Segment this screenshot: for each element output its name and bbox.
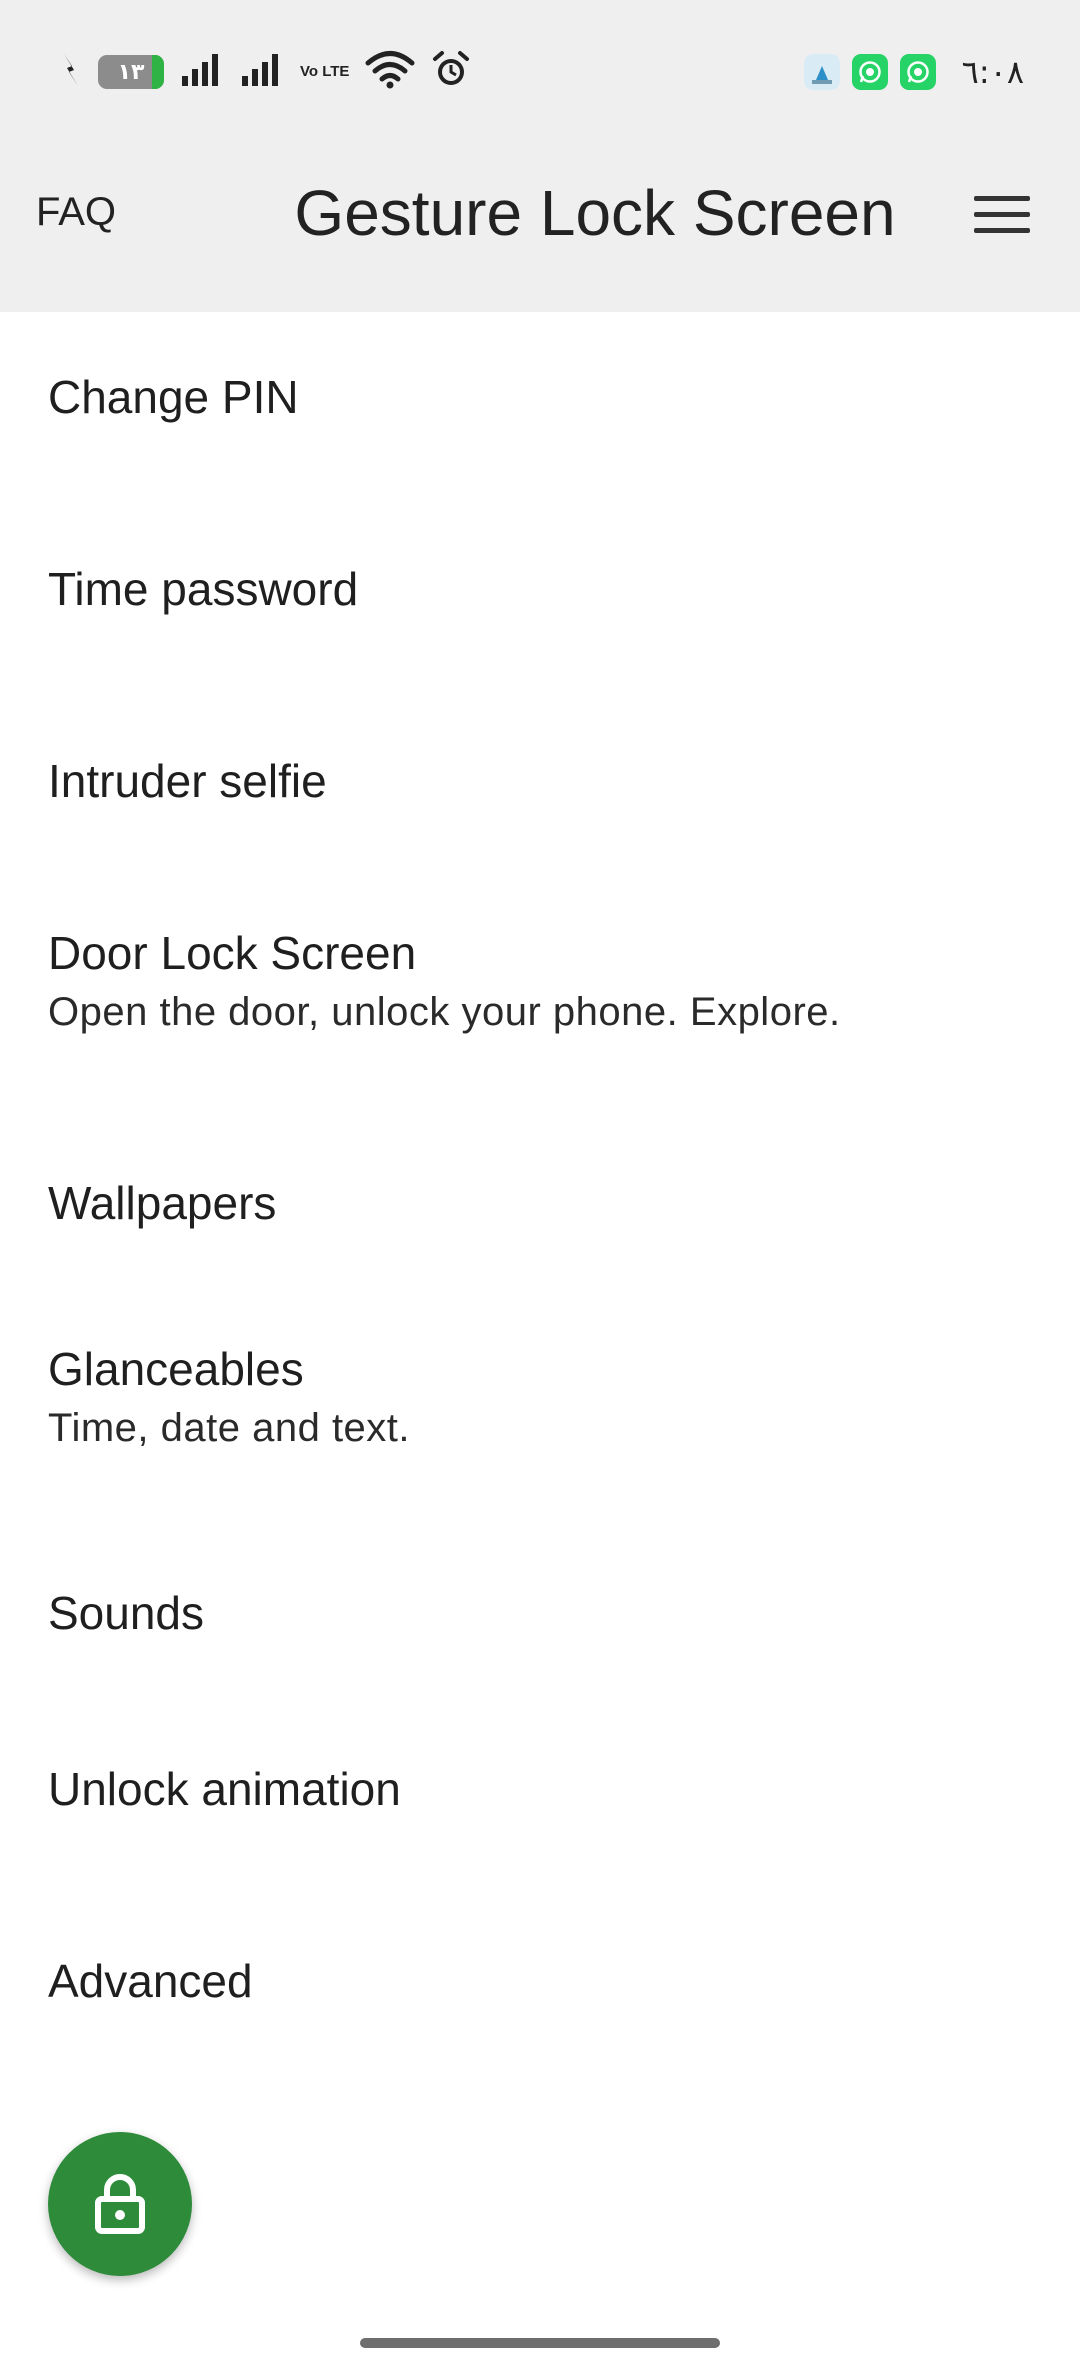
settings-item-intruder-selfie[interactable]: Intruder selfie (0, 696, 1080, 872)
settings-item-unlock-animation[interactable]: Unlock animation (0, 1704, 1080, 1896)
lock-icon (94, 2171, 146, 2238)
settings-item-time-password[interactable]: Time password (0, 504, 1080, 696)
settings-item-title: Time password (48, 563, 359, 615)
settings-item-change-pin[interactable]: Change PIN (0, 312, 1080, 504)
whatsapp-business-icon (899, 54, 936, 90)
settings-item-title: Wallpapers (48, 1177, 277, 1229)
status-bar: ١٣ Vo LTE ٦:٠٨ (0, 0, 1080, 140)
settings-item-title: Advanced (48, 1955, 253, 2007)
settings-item-title: Unlock animation (48, 1763, 401, 1815)
settings-item-sounds[interactable]: Sounds (0, 1528, 1080, 1704)
volte-icon: Vo LTE (300, 63, 350, 80)
status-bar-right: ٦:٠٨ (803, 48, 1024, 96)
settings-item-title: Glanceables (48, 1343, 304, 1395)
signal-bars-icon (180, 52, 224, 93)
settings-item-title: Change PIN (48, 371, 299, 423)
charging-bolt-icon (60, 52, 82, 93)
settings-item-title: Sounds (48, 1587, 205, 1639)
wifi-icon (365, 50, 415, 95)
signal-bars-icon (240, 52, 284, 93)
battery-level-text: ١٣ (117, 59, 145, 84)
alarm-icon (431, 50, 471, 95)
hamburger-menu-icon[interactable] (974, 192, 1030, 236)
page-title: Gesture Lock Screen (294, 177, 896, 249)
home-indicator[interactable] (360, 2338, 720, 2348)
app-notification-icon (803, 54, 840, 90)
settings-item-door-lock-screen[interactable]: Door Lock Screen Open the door, unlock y… (0, 872, 1080, 1112)
status-bar-left: ١٣ Vo LTE (60, 48, 471, 96)
lock-fab-button[interactable] (48, 2132, 192, 2276)
top-bar: ١٣ Vo LTE ٦:٠٨ FAQ Gesture Lock Screen (0, 0, 1080, 312)
status-time: ٦:٠٨ (961, 53, 1024, 91)
settings-item-glanceables[interactable]: Glanceables Time, date and text. (0, 1288, 1080, 1528)
settings-item-title: Door Lock Screen (48, 927, 417, 979)
settings-item-advanced[interactable]: Advanced (0, 1896, 1080, 2088)
settings-item-subtitle: Open the door, unlock your phone. Explor… (48, 990, 841, 1034)
app-bar: FAQ Gesture Lock Screen (0, 140, 1080, 312)
settings-item-title: Intruder selfie (48, 755, 327, 807)
whatsapp-icon (851, 54, 888, 90)
settings-item-wallpapers[interactable]: Wallpapers (0, 1112, 1080, 1288)
settings-item-subtitle: Time, date and text. (48, 1406, 411, 1450)
battery-indicator: ١٣ (98, 55, 164, 89)
